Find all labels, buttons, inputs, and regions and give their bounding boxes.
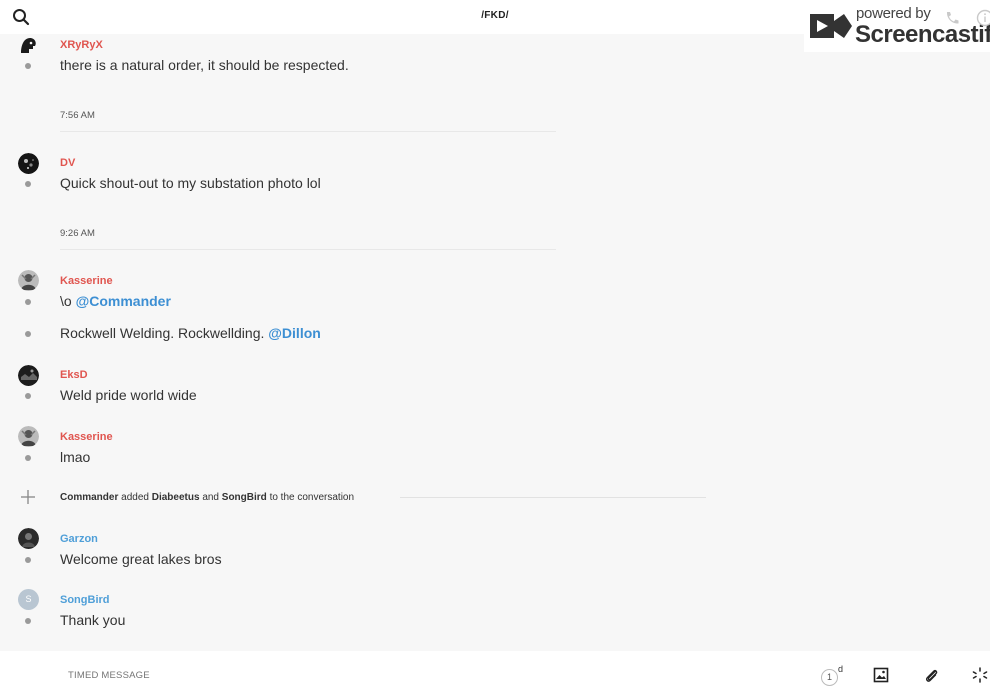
avatar-image-icon bbox=[18, 528, 39, 549]
plus-icon bbox=[21, 490, 35, 504]
avatar-image-icon bbox=[18, 365, 39, 386]
system-verb: added bbox=[121, 492, 149, 503]
message-text: \o @Commander bbox=[60, 293, 171, 309]
message-text-content: Rockwell Welding. Rockwellding. bbox=[60, 325, 265, 341]
avatar[interactable] bbox=[18, 153, 39, 174]
message-text: Weld pride world wide bbox=[60, 387, 197, 403]
system-user[interactable]: Diabeetus bbox=[152, 492, 200, 503]
timestamp-divider bbox=[60, 249, 556, 250]
paperclip-icon[interactable] bbox=[923, 667, 939, 683]
system-actor[interactable]: Commander bbox=[60, 492, 118, 503]
timer-value: 1 bbox=[821, 669, 838, 686]
avatar[interactable] bbox=[18, 426, 39, 447]
screencastify-brand: Screencastify bbox=[855, 21, 990, 48]
message-status-dot bbox=[25, 181, 31, 187]
timestamp: 7:56 AM bbox=[60, 110, 95, 121]
avatar[interactable] bbox=[18, 35, 39, 56]
avatar-image-icon bbox=[18, 270, 39, 291]
image-icon[interactable] bbox=[873, 667, 889, 683]
message-text: Thank you bbox=[60, 612, 126, 628]
avatar[interactable] bbox=[18, 270, 39, 291]
message-author[interactable]: Garzon bbox=[60, 533, 98, 545]
message-author[interactable]: XRyRyX bbox=[60, 39, 103, 51]
message-status-dot bbox=[25, 618, 31, 624]
loading-spinner-icon[interactable] bbox=[972, 667, 988, 683]
message-text: lmao bbox=[60, 449, 91, 465]
avatar[interactable] bbox=[18, 528, 39, 549]
avatar[interactable]: S bbox=[18, 589, 39, 610]
message-text: Quick shout-out to my substation photo l… bbox=[60, 175, 321, 191]
message-text-content: \o bbox=[60, 293, 72, 309]
message-composer: 1 d bbox=[0, 651, 990, 700]
system-user[interactable]: SongBird bbox=[222, 492, 267, 503]
mention-link[interactable]: @Dillon bbox=[268, 325, 321, 341]
info-icon[interactable] bbox=[976, 9, 990, 27]
timer-button[interactable]: 1 d bbox=[821, 664, 847, 687]
message-author[interactable]: Kasserine bbox=[60, 431, 113, 443]
message-author[interactable]: EksD bbox=[60, 369, 88, 381]
timestamp: 9:26 AM bbox=[60, 228, 95, 239]
system-divider bbox=[400, 497, 706, 498]
message-status-dot bbox=[25, 299, 31, 305]
message-text: Welcome great lakes bros bbox=[60, 551, 222, 567]
timer-unit: d bbox=[838, 664, 844, 674]
message-status-dot bbox=[25, 557, 31, 563]
message-text: there is a natural order, it should be r… bbox=[60, 57, 349, 73]
timestamp-divider bbox=[60, 131, 556, 132]
message-status-dot bbox=[25, 63, 31, 69]
message-status-dot bbox=[25, 393, 31, 399]
message-author[interactable]: DV bbox=[60, 157, 75, 169]
powered-by-text: powered by bbox=[856, 5, 931, 22]
screencastify-watermark: powered by Screencastify bbox=[804, 2, 990, 52]
message-text: Rockwell Welding. Rockwellding. @Dillon bbox=[60, 325, 321, 341]
message-status-dot bbox=[25, 455, 31, 461]
avatar-image-icon bbox=[18, 35, 39, 56]
message-author[interactable]: Kasserine bbox=[60, 275, 113, 287]
avatar-image-icon bbox=[18, 426, 39, 447]
avatar-image-icon bbox=[18, 153, 39, 174]
phone-icon[interactable] bbox=[944, 10, 960, 26]
system-conj: and bbox=[202, 492, 219, 503]
system-suffix: to the conversation bbox=[269, 492, 355, 503]
timed-message-input[interactable] bbox=[68, 670, 368, 681]
mention-link[interactable]: @Commander bbox=[76, 293, 171, 309]
avatar-letter: S bbox=[25, 594, 32, 604]
message-status-dot bbox=[25, 331, 31, 337]
avatar[interactable] bbox=[18, 365, 39, 386]
screencastify-logo-icon bbox=[810, 14, 852, 38]
system-message: Commander added Diabeetus and SongBird t… bbox=[60, 492, 354, 503]
message-author[interactable]: SongBird bbox=[60, 594, 110, 606]
